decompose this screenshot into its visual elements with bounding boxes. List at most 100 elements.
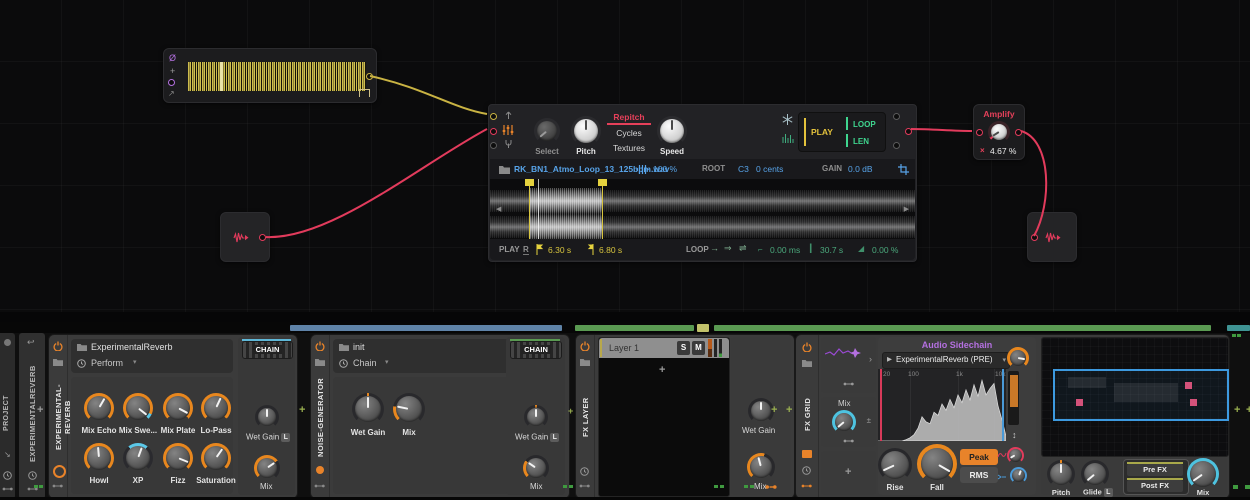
device-fx-layer[interactable]: FX LAYER Layer 1 S M + Wet Gain Mix bbox=[575, 334, 795, 499]
chain-button[interactable]: CHAIN bbox=[510, 341, 562, 359]
crossfade-value[interactable]: 0.00 % bbox=[872, 246, 898, 255]
loop-button[interactable]: LOOP bbox=[853, 121, 876, 129]
power-icon[interactable] bbox=[580, 341, 590, 351]
rail-parent-device[interactable]: ↩ EXPERIMENTALREVERB bbox=[19, 333, 45, 499]
sidechain-source-dropdown[interactable]: ▶ ExperimentalReverb (PRE) ▾ bbox=[882, 352, 1010, 369]
knob-lo-pass[interactable] bbox=[201, 393, 231, 423]
add-modulator-cell[interactable]: + bbox=[821, 451, 876, 495]
out-port-1[interactable] bbox=[893, 113, 900, 120]
loop-mode-off-icon[interactable]: → bbox=[710, 244, 719, 253]
scroll-left-arrow[interactable]: ◀ bbox=[496, 206, 501, 213]
selection-end-line[interactable] bbox=[602, 179, 603, 239]
power-icon[interactable] bbox=[802, 342, 812, 352]
post-fx-button[interactable]: Post FX bbox=[1127, 480, 1183, 492]
out-port-2[interactable] bbox=[905, 128, 912, 135]
amplify-out-port[interactable] bbox=[1015, 129, 1022, 136]
trigger-in-port[interactable] bbox=[490, 113, 497, 120]
waveform-display[interactable]: ◀ ▶ bbox=[490, 179, 915, 239]
insert-device-button[interactable]: + bbox=[299, 404, 305, 416]
mix-knob[interactable] bbox=[393, 393, 425, 425]
pitch-in-port[interactable] bbox=[490, 142, 497, 149]
gain-value[interactable]: 0.0 dB bbox=[848, 165, 873, 174]
minimap-viewport[interactable] bbox=[1053, 369, 1229, 421]
mode-selector[interactable]: Perform bbox=[91, 359, 123, 368]
loop-mode-pingpong-icon[interactable]: ⇌ bbox=[739, 244, 747, 253]
sample-module[interactable]: Ø + ↗ bbox=[163, 48, 377, 103]
amplify-value[interactable]: 4.67 % bbox=[990, 147, 1016, 156]
overview-bar-end[interactable] bbox=[1227, 325, 1250, 331]
mode-selector[interactable]: Chain bbox=[353, 359, 377, 368]
layer-name[interactable]: Layer 1 bbox=[609, 344, 639, 353]
expand-chevron[interactable]: › bbox=[869, 355, 872, 364]
pitch-knob[interactable] bbox=[1047, 460, 1075, 488]
layer-row[interactable]: Layer 1 S M bbox=[599, 338, 729, 358]
select-knob[interactable] bbox=[534, 118, 560, 144]
len-button[interactable]: LEN bbox=[853, 138, 869, 146]
knob-fizz[interactable] bbox=[163, 443, 193, 473]
bipolar-toggle[interactable]: ± bbox=[867, 417, 871, 425]
device-experimental-reverb[interactable]: EXPERIMENTAL-REVERB ExperimentalReverb P… bbox=[48, 334, 298, 499]
overview-bar-layer[interactable] bbox=[575, 325, 694, 331]
overview-marker[interactable] bbox=[697, 324, 709, 332]
chain-button[interactable]: CHAIN bbox=[242, 341, 293, 359]
sidechain-gain-knob[interactable] bbox=[1007, 347, 1029, 369]
insert-device-button[interactable]: + bbox=[786, 404, 792, 416]
insert-device-button[interactable]: + bbox=[771, 404, 777, 416]
knob-mix-plate[interactable] bbox=[163, 393, 193, 423]
grid-mix-knob-main[interactable] bbox=[1187, 458, 1219, 490]
grid-mix-knob[interactable] bbox=[832, 410, 856, 434]
mute-button[interactable]: M bbox=[692, 341, 705, 355]
device-titlebar[interactable]: FX GRID bbox=[796, 335, 819, 498]
grid-minimap[interactable] bbox=[1041, 337, 1229, 457]
freeze-icon[interactable] bbox=[782, 114, 793, 125]
sampler-module[interactable]: Select Pitch Repitch Cycles Textures Spe… bbox=[488, 104, 917, 262]
tune-value[interactable]: 0 cents bbox=[756, 165, 783, 174]
insert-device-button[interactable]: + bbox=[1234, 404, 1240, 416]
chain-wet-gain-knob[interactable] bbox=[255, 405, 279, 429]
solo-button[interactable]: S bbox=[677, 341, 690, 355]
overview-bar-grid[interactable] bbox=[714, 325, 1211, 331]
knob-mix-echo[interactable] bbox=[84, 393, 114, 423]
out-port-3[interactable] bbox=[893, 142, 900, 149]
stretch-value[interactable]: 100 % bbox=[653, 165, 677, 174]
power-icon[interactable] bbox=[315, 341, 325, 351]
device-fx-grid[interactable]: FX GRID › Mix ± + Audio Sidechain ▶ Expe… bbox=[795, 334, 1230, 499]
knob-mix-sweep[interactable] bbox=[123, 393, 153, 423]
reverse-toggle[interactable]: R bbox=[523, 246, 529, 255]
add-layer-button[interactable]: + bbox=[659, 364, 665, 376]
peak-button[interactable]: Peak bbox=[960, 449, 998, 465]
patch-thumbnail-cell[interactable]: › bbox=[821, 337, 876, 393]
pitch-knob[interactable] bbox=[571, 116, 601, 146]
rail-project[interactable]: PROJECT ↘ bbox=[0, 333, 15, 499]
sample-waveform-thumbnail[interactable] bbox=[188, 62, 366, 91]
knob-howl[interactable] bbox=[84, 443, 114, 473]
power-icon[interactable] bbox=[53, 341, 63, 351]
audio-in-out-port[interactable] bbox=[259, 234, 266, 241]
wet-gain-knob[interactable] bbox=[352, 393, 384, 425]
folder-icon[interactable] bbox=[580, 358, 590, 366]
knob-saturation[interactable] bbox=[201, 443, 231, 473]
root-note[interactable]: C3 bbox=[738, 165, 749, 174]
audio-out-in-port[interactable] bbox=[1031, 234, 1038, 241]
mix-knob[interactable] bbox=[747, 453, 775, 481]
loop-mode-forward-icon[interactable]: ⇒ bbox=[724, 244, 732, 253]
clock-icon[interactable] bbox=[802, 466, 811, 475]
amplify-in-port[interactable] bbox=[976, 129, 983, 136]
scroll-right-arrow[interactable]: ▶ bbox=[904, 206, 909, 213]
chain-out-icon[interactable] bbox=[314, 483, 325, 489]
chain-mix-knob[interactable] bbox=[254, 455, 280, 481]
preset-name[interactable]: init bbox=[353, 343, 365, 352]
selection-start-handle[interactable] bbox=[525, 179, 534, 186]
chain-out-active-icon[interactable] bbox=[801, 483, 812, 489]
amplify-knob[interactable] bbox=[988, 121, 1010, 143]
loop-offset[interactable]: 0.00 ms bbox=[770, 246, 800, 255]
fall-knob[interactable] bbox=[917, 444, 957, 484]
threshold-line[interactable] bbox=[880, 369, 882, 441]
editor-open-icon[interactable] bbox=[802, 450, 812, 458]
selection-end-handle[interactable] bbox=[598, 179, 607, 186]
crop-icon[interactable] bbox=[898, 164, 909, 175]
sample-out-port[interactable] bbox=[366, 73, 373, 80]
mod-x-icon[interactable]: × bbox=[980, 147, 985, 155]
module-port[interactable] bbox=[168, 79, 175, 86]
folder-icon[interactable] bbox=[315, 358, 325, 366]
